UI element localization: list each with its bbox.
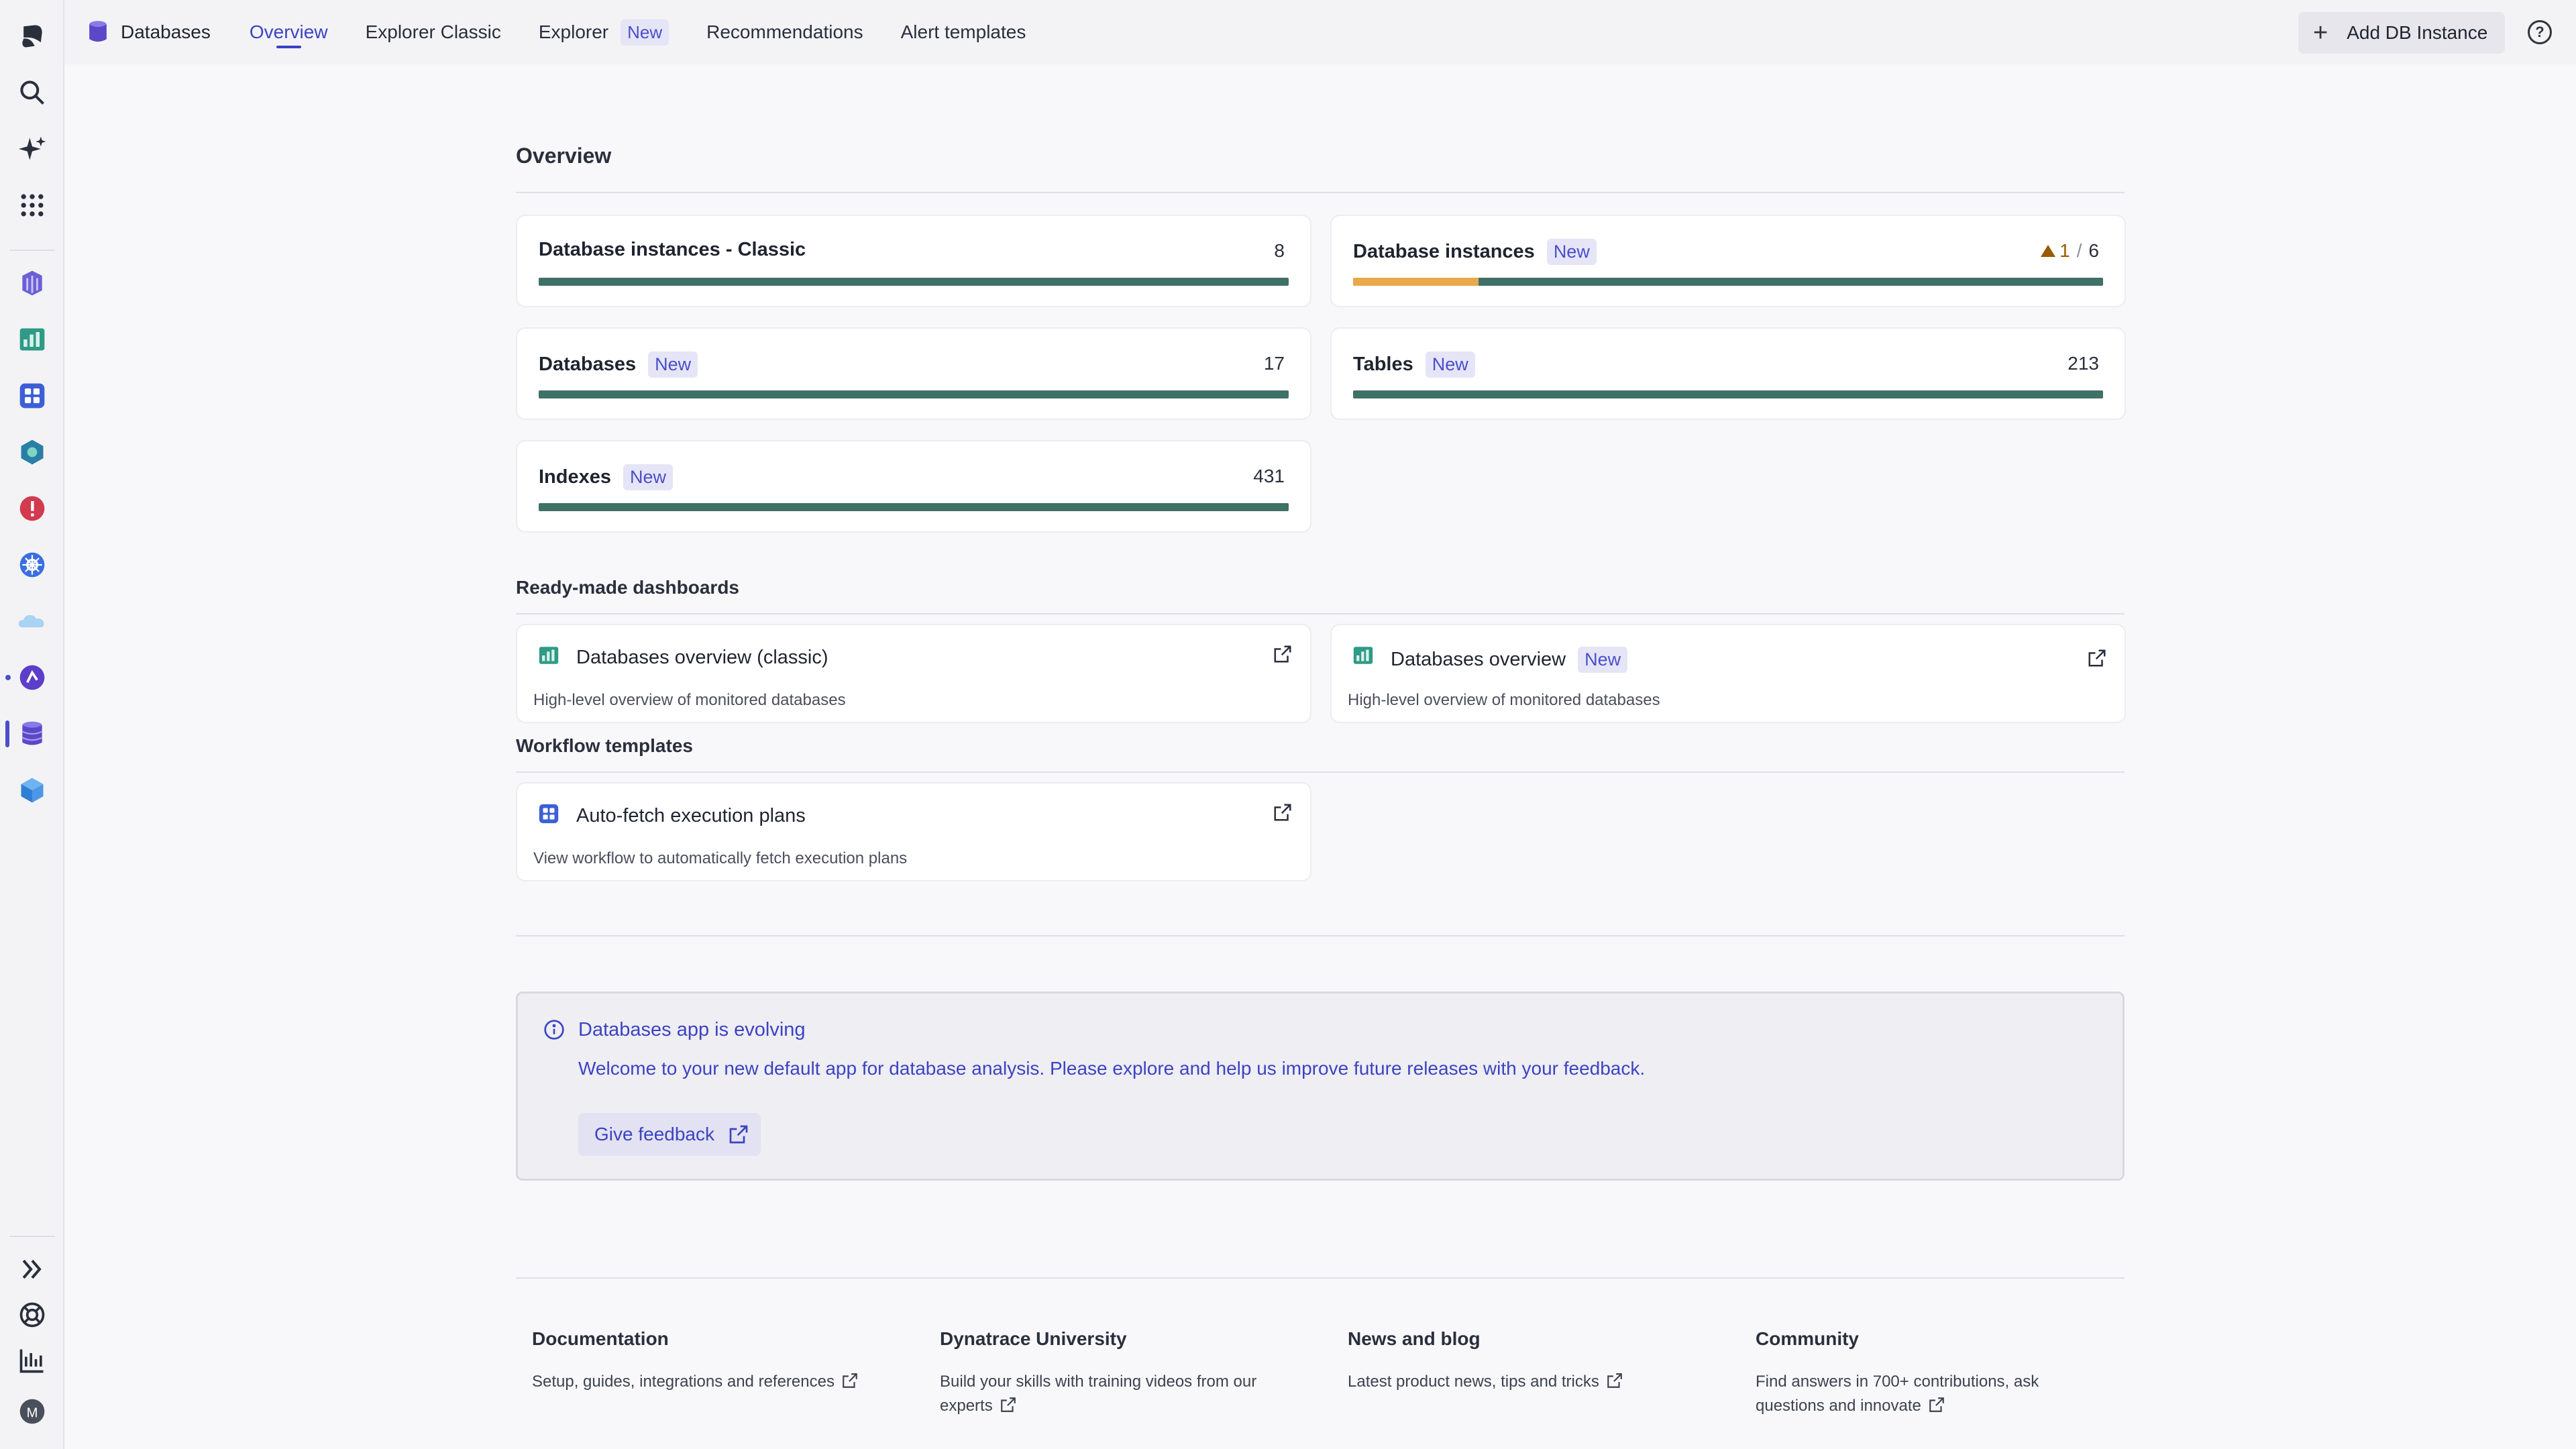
metric-card-databases[interactable]: Databases New 17 bbox=[516, 327, 1311, 420]
apps-grid-icon[interactable] bbox=[12, 185, 52, 225]
new-badge: New bbox=[623, 464, 674, 490]
metric-bar bbox=[1353, 278, 2103, 286]
metric-count: 8 bbox=[1274, 240, 1285, 261]
dashboard-card-new[interactable]: Databases overview New High-level overvie… bbox=[1330, 624, 2126, 723]
dashboard-icon bbox=[1353, 647, 1373, 664]
dynatrace-logo-icon[interactable] bbox=[12, 16, 52, 56]
workflow-icon bbox=[539, 804, 559, 824]
warning-icon bbox=[2041, 245, 2056, 257]
external-link-icon bbox=[1607, 1373, 1622, 1388]
metric-card-db-instances-classic[interactable]: Database instances - Classic 8 bbox=[516, 215, 1311, 307]
metric-bar bbox=[539, 503, 1289, 511]
help-icon[interactable]: ? bbox=[2528, 20, 2552, 44]
warning-count: 1 bbox=[2059, 240, 2070, 261]
metric-card-tables[interactable]: Tables New 213 bbox=[1330, 327, 2126, 420]
analytics-icon[interactable] bbox=[12, 1340, 52, 1381]
clouds-icon[interactable] bbox=[12, 601, 52, 641]
new-badge: New bbox=[1546, 239, 1597, 265]
left-rail: M bbox=[0, 0, 64, 1449]
svg-text:M: M bbox=[27, 1405, 38, 1420]
external-link-icon[interactable] bbox=[1273, 644, 1293, 664]
cube-icon[interactable] bbox=[12, 770, 52, 810]
metric-bar bbox=[539, 390, 1289, 398]
metric-count: 431 bbox=[1253, 466, 1285, 486]
search-icon[interactable] bbox=[12, 72, 52, 113]
tab-explorer-classic[interactable]: Explorer Classic bbox=[366, 0, 501, 64]
avatar-icon[interactable]: M bbox=[12, 1391, 52, 1432]
metric-count: 1 / 6 bbox=[2041, 240, 2099, 262]
metric-count: 17 bbox=[1263, 353, 1285, 374]
tab-recommendations[interactable]: Recommendations bbox=[706, 0, 863, 64]
new-badge: New bbox=[1425, 352, 1475, 378]
kubernetes-icon[interactable] bbox=[12, 545, 52, 585]
observability-icon[interactable] bbox=[12, 657, 52, 698]
external-link-icon bbox=[1000, 1397, 1016, 1412]
workflow-card-auto-fetch[interactable]: Auto-fetch execution plans View workflow… bbox=[516, 782, 1311, 881]
footer-university[interactable]: Dynatrace University Build your skills w… bbox=[940, 1328, 1289, 1418]
workflows-icon[interactable] bbox=[12, 376, 52, 416]
workflows-section-title: Workflow templates bbox=[516, 735, 693, 756]
new-badge: New bbox=[648, 352, 698, 378]
feedback-title: Databases app is evolving bbox=[578, 1019, 806, 1040]
external-link-icon bbox=[1929, 1397, 1944, 1412]
tab-overview[interactable]: Overview bbox=[250, 0, 328, 64]
infrastructure-icon[interactable] bbox=[12, 263, 52, 303]
top-bar: Databases Overview Explorer Classic Expl… bbox=[64, 0, 2576, 64]
expand-icon[interactable] bbox=[12, 1249, 52, 1289]
footer-documentation[interactable]: Documentation Setup, guides, integration… bbox=[532, 1328, 908, 1394]
dashboards-section-title: Ready-made dashboards bbox=[516, 577, 739, 598]
metric-card-indexes[interactable]: Indexes New 431 bbox=[516, 440, 1311, 533]
footer-community[interactable]: Community Find answers in 700+ contribut… bbox=[1756, 1328, 2104, 1418]
external-link-icon bbox=[843, 1373, 857, 1388]
warning-segment bbox=[1353, 278, 1479, 286]
app-title-label: Databases bbox=[121, 21, 211, 42]
add-db-instance-button[interactable]: + Add DB Instance bbox=[2298, 12, 2505, 54]
support-icon[interactable] bbox=[12, 1295, 52, 1335]
databases-app-icon bbox=[89, 21, 107, 42]
external-link-icon[interactable] bbox=[1273, 802, 1293, 822]
metric-card-db-instances[interactable]: Database instances New 1 / 6 bbox=[1330, 215, 2126, 307]
tab-explorer[interactable]: Explorer New bbox=[539, 0, 669, 64]
plus-icon: + bbox=[2313, 19, 2328, 47]
page-title: Overview bbox=[516, 144, 612, 168]
databases-icon[interactable] bbox=[12, 714, 52, 754]
metric-bar bbox=[1353, 390, 2103, 398]
problems-icon[interactable] bbox=[12, 488, 52, 529]
external-link-icon bbox=[729, 1125, 748, 1144]
feedback-text: Welcome to your new default app for data… bbox=[578, 1058, 1646, 1079]
new-badge: New bbox=[1578, 647, 1628, 673]
dashboard-icon bbox=[539, 647, 559, 664]
feedback-banner: Databases app is evolving Welcome to you… bbox=[516, 991, 2125, 1181]
info-icon bbox=[544, 1020, 564, 1040]
metric-count: 213 bbox=[2068, 353, 2099, 374]
give-feedback-button[interactable]: Give feedback bbox=[578, 1113, 761, 1156]
external-link-icon[interactable] bbox=[2087, 648, 2107, 668]
ai-sparkle-icon[interactable] bbox=[12, 129, 52, 169]
app-title[interactable]: Databases bbox=[87, 0, 211, 64]
new-badge: New bbox=[621, 19, 669, 46]
dashboard-card-classic[interactable]: Databases overview (classic) High-level … bbox=[516, 624, 1311, 723]
services-icon[interactable] bbox=[12, 432, 52, 472]
tab-alert-templates[interactable]: Alert templates bbox=[901, 0, 1026, 64]
dashboards-icon[interactable] bbox=[12, 319, 52, 360]
metric-bar bbox=[539, 278, 1289, 286]
footer-news[interactable]: News and blog Latest product news, tips … bbox=[1348, 1328, 1723, 1394]
